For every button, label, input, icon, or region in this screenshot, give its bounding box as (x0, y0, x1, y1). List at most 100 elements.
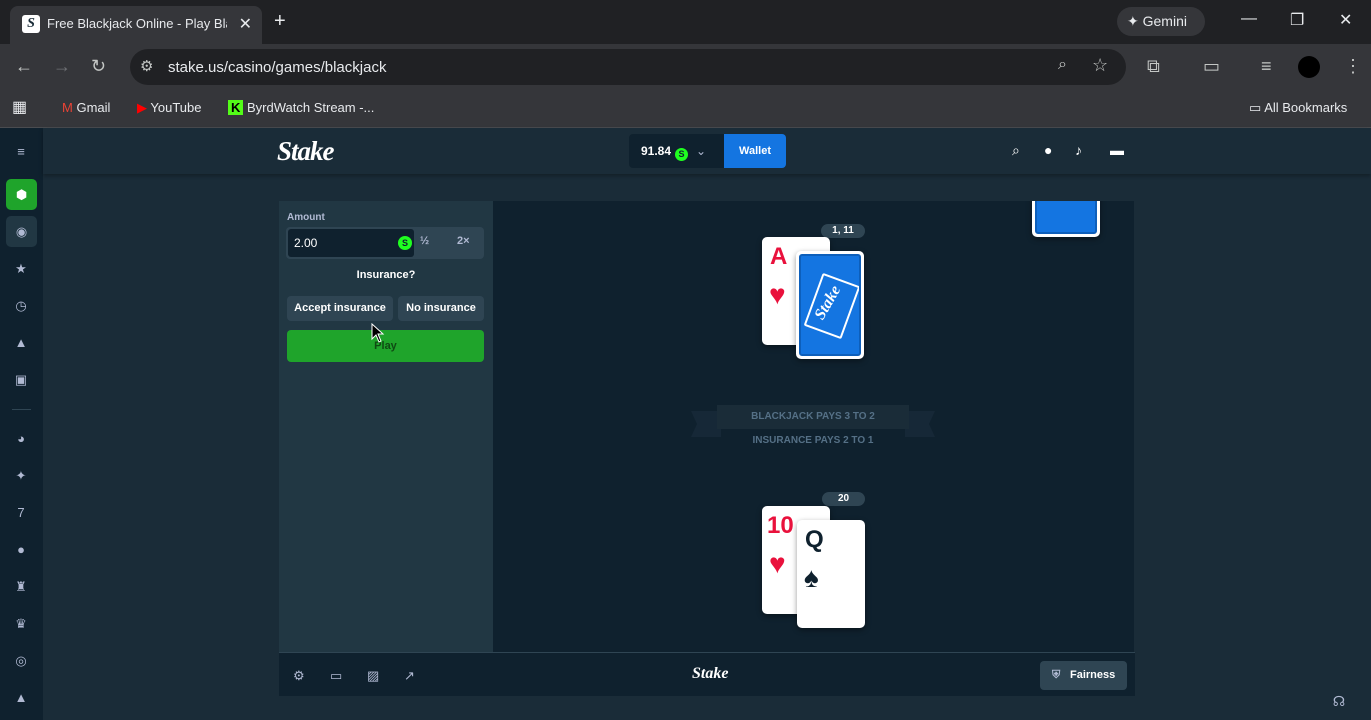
casino-shield-icon[interactable]: ⬢ (6, 179, 37, 210)
browser-nav-bar: ← → ↻ ⚙ stake.us/casino/games/blackjack … (0, 44, 1371, 90)
back-icon[interactable]: ← (15, 56, 33, 77)
card-rank: 10 (767, 512, 794, 539)
browser-tab[interactable]: S Free Blackjack Online - Play Blackjack… (10, 6, 262, 44)
game-shows-icon[interactable]: ♛ (14, 617, 28, 631)
favorites-star-icon[interactable]: ★ (14, 262, 28, 276)
browser-tab-bar: S Free Blackjack Online - Play Blackjack… (0, 0, 1371, 44)
minimize-icon[interactable]: — (1241, 10, 1257, 28)
chat-icon[interactable]: ▬ (1110, 142, 1124, 158)
insurance-payout-text: INSURANCE PAYS 2 TO 1 (752, 435, 874, 446)
window-close-icon[interactable]: ✕ (1339, 10, 1352, 30)
my-bets-icon[interactable]: ▣ (14, 373, 28, 387)
play-button[interactable]: Play (287, 330, 484, 362)
heart-suit-icon: ♥ (769, 548, 786, 579)
player-score-badge: 20 (822, 492, 865, 506)
notifications-bell-icon[interactable]: ♪ (1075, 142, 1082, 158)
card-rank: Q (805, 526, 824, 553)
media-icon[interactable]: ≡ (1261, 56, 1272, 77)
menu-icon[interactable]: ⋮ (1344, 56, 1362, 77)
player-card-2: Q ♠ (797, 520, 865, 628)
hamburger-menu-icon[interactable]: ≡ (14, 145, 28, 159)
double-bet-button[interactable]: 2× (457, 235, 470, 247)
reload-icon[interactable]: ↻ (91, 56, 106, 77)
bookmarks-bar: ▦ M Gmail ▶ YouTube K ByrdWatch Stream -… (0, 90, 1371, 128)
blackjack-payout-text: BLACKJACK PAYS 3 TO 2 (717, 405, 909, 429)
theatre-mode-icon[interactable]: ▭ (330, 668, 342, 684)
sweeps-coin-icon: S (675, 148, 689, 161)
sweeps-coin-icon: S (398, 236, 412, 250)
kick-icon: K (228, 100, 244, 115)
site-header: Stake 91.84 S ⌄ Wallet ⌕ ● ♪ ▬ (43, 128, 1371, 174)
live-support-icon[interactable]: ☊ (1322, 686, 1356, 716)
stats-chart-icon[interactable]: ▨ (367, 668, 379, 684)
bookmark-youtube[interactable]: ▶ YouTube (137, 100, 201, 116)
user-icon[interactable]: ● (1044, 142, 1052, 158)
restore-icon[interactable]: ❐ (1290, 10, 1304, 30)
fairness-label: Fairness (1070, 669, 1116, 681)
all-bookmarks[interactable]: ▭ All Bookmarks (1249, 100, 1347, 116)
stake-logo[interactable]: Stake (277, 136, 335, 167)
bet-controls-panel: Amount S ½ 2× Insurance? Accept insuranc… (279, 201, 493, 652)
bet-amount-input[interactable] (288, 229, 414, 257)
blackjack-board: 1, 11 A ♥ Stake BLACKJACK PAYS 3 TO 2 IN… (493, 201, 1134, 652)
no-insurance-button[interactable]: No insurance (398, 296, 484, 321)
balance-selector[interactable]: 91.84 S ⌄ (629, 134, 725, 168)
recent-clock-icon[interactable]: ◷ (14, 299, 28, 313)
stake-favicon-icon: S (22, 15, 40, 33)
bookmark-gmail[interactable]: M Gmail (62, 100, 110, 115)
shield-check-icon: ⛨ (1052, 669, 1061, 681)
heart-suit-icon: ♥ (769, 279, 786, 310)
tab-title: Free Blackjack Online - Play Blackjack (47, 16, 227, 31)
wallet-button[interactable]: Wallet (724, 134, 786, 168)
forward-icon[interactable]: → (53, 56, 71, 77)
site-info-icon[interactable]: ⚙ (140, 57, 153, 75)
accept-insurance-button[interactable]: Accept insurance (287, 296, 393, 321)
mouse-cursor-icon (371, 323, 385, 343)
search-icon[interactable]: ⌕ (1012, 142, 1020, 159)
bookmark-byrdwatch[interactable]: K ByrdWatch Stream -... (228, 100, 374, 115)
dealer-card-hidden: Stake (796, 251, 864, 359)
sidebar-divider (12, 409, 31, 410)
address-bar[interactable]: ⚙ stake.us/casino/games/blackjack ⌕ ☆ (130, 49, 1126, 85)
half-bet-button[interactable]: ½ (420, 235, 429, 247)
site-sidebar: ≡ ⬢ ◉ ★ ◷ ▲ ▣ ◕ ✦ 7 ● ♜ ♛ ◎ ▲ (0, 128, 43, 720)
amount-field-group: S ½ 2× (286, 227, 484, 259)
table-games-icon[interactable]: ▲ (14, 691, 28, 705)
apps-icon[interactable]: ▦ (12, 97, 27, 117)
new-tab-icon[interactable]: + (274, 10, 286, 33)
cast-search-icon[interactable]: ▭ (1203, 56, 1220, 77)
gmail-icon: M (62, 100, 73, 115)
hot-icon[interactable]: ● (14, 543, 28, 557)
sports-icon[interactable]: ◉ (6, 216, 37, 247)
new-releases-icon[interactable]: ✦ (14, 469, 28, 483)
fairness-button[interactable]: ⛨ Fairness (1040, 661, 1127, 690)
spade-suit-icon: ♠ (804, 562, 819, 593)
originals-icon[interactable]: ◕ (14, 432, 28, 446)
balance-amount: 91.84 (641, 144, 672, 158)
bookmark-star-icon[interactable]: ☆ (1092, 55, 1108, 76)
zoom-icon[interactable]: ⌕ (1058, 56, 1067, 74)
card-shoe (1032, 201, 1100, 237)
settings-gear-icon[interactable]: ⚙ (293, 668, 305, 684)
gemini-button[interactable]: ✦ Gemini (1117, 7, 1205, 36)
chevron-down-icon: ⌄ (696, 144, 707, 158)
footer-stake-logo: Stake (692, 665, 729, 682)
amount-label: Amount (287, 212, 325, 223)
ribbon-right-tail (905, 411, 935, 437)
extensions-icon[interactable]: ⧉ (1147, 56, 1160, 77)
popout-icon[interactable]: ↗ (404, 668, 415, 684)
tab-close-icon[interactable]: ✕ (239, 14, 252, 34)
slots-icon[interactable]: 7 (14, 506, 28, 520)
insurance-question: Insurance? (356, 269, 416, 281)
gemini-label: Gemini (1142, 13, 1187, 29)
game-footer: ⚙ ▭ ▨ ↗ Stake ⛨ Fairness (279, 652, 1135, 696)
folder-icon: ▭ (1249, 100, 1262, 115)
card-rank: A (770, 243, 788, 270)
live-casino-icon[interactable]: ♜ (14, 580, 28, 594)
roulette-icon[interactable]: ◎ (14, 654, 28, 668)
url-text: stake.us/casino/games/blackjack (168, 59, 387, 76)
challenges-icon[interactable]: ▲ (14, 336, 28, 350)
dealer-score-badge: 1, 11 (821, 224, 865, 238)
youtube-icon: ▶ (137, 100, 147, 115)
profile-avatar[interactable] (1298, 56, 1320, 78)
